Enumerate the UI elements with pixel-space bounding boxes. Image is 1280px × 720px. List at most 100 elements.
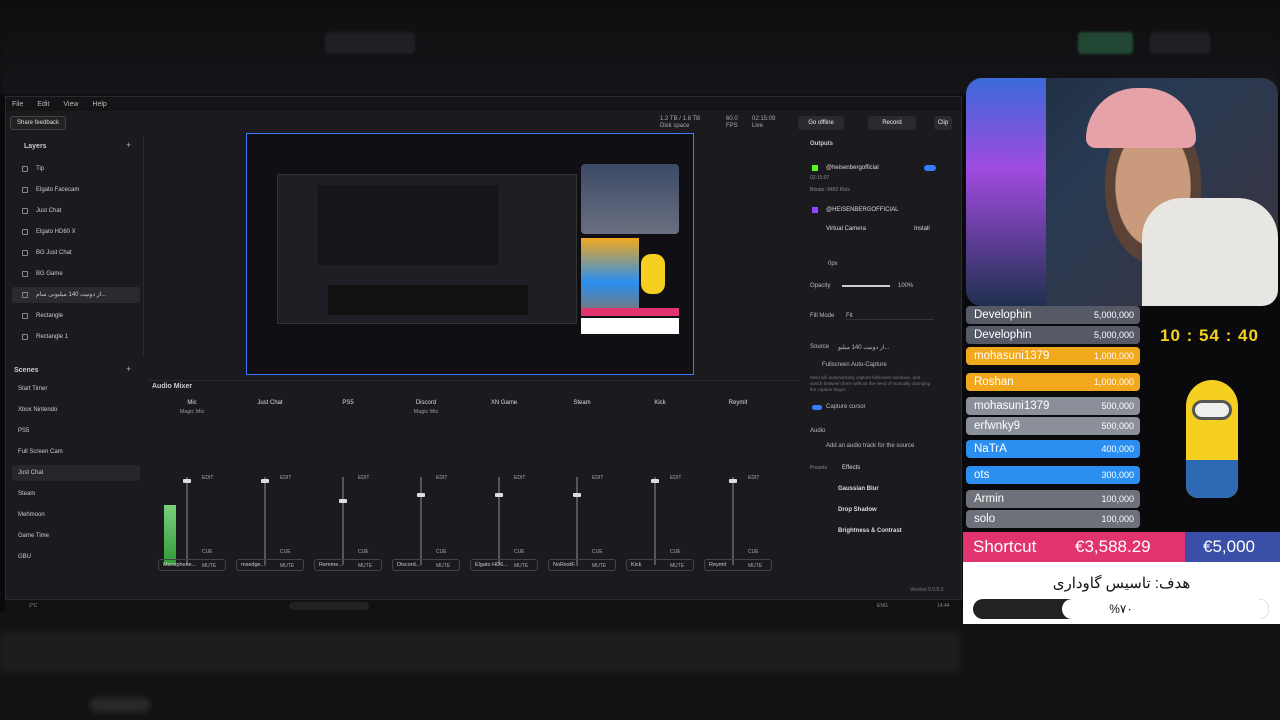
fill-mode-select[interactable]: Fit: [846, 313, 934, 320]
source-select[interactable]: از دونیت 140 میلیو...: [838, 344, 898, 351]
opacity-value[interactable]: 100%: [898, 283, 928, 289]
edit-button[interactable]: EDIT: [358, 475, 369, 481]
scene-item[interactable]: Just Chat: [12, 465, 140, 481]
corner-radius[interactable]: 0px: [810, 261, 936, 267]
cue-button[interactable]: CUE: [592, 549, 603, 555]
cue-button[interactable]: CUE: [514, 549, 525, 555]
layer-label: BG Just Chat: [36, 250, 72, 256]
scene-item[interactable]: PS5: [12, 423, 140, 439]
effect-gaussian-blur[interactable]: Gaussian Blur: [810, 486, 936, 492]
menu-view[interactable]: View: [63, 101, 78, 108]
cue-button[interactable]: CUE: [670, 549, 681, 555]
fader-knob[interactable]: [495, 493, 503, 497]
edit-button[interactable]: EDIT: [670, 475, 681, 481]
layer-icon: [22, 313, 28, 319]
scenes-panel: Scenes + Start Timer Xbox Nintendo PS5 Full…: [6, 364, 144, 585]
volume-fader[interactable]: [342, 477, 344, 565]
fader-knob[interactable]: [417, 493, 425, 497]
edit-button[interactable]: EDIT: [592, 475, 603, 481]
capture-cursor-toggle[interactable]: [812, 405, 822, 410]
channel-source[interactable]: Kick: [626, 559, 694, 571]
fader-knob[interactable]: [183, 479, 191, 483]
auto-capture-label[interactable]: Fullscreen Auto-Capture: [810, 362, 936, 368]
capture-cursor-label[interactable]: Capture cursor: [810, 404, 936, 410]
fader-knob[interactable]: [651, 479, 659, 483]
stream-preview[interactable]: [246, 133, 694, 375]
layer-item[interactable]: BG Just Chat: [12, 245, 140, 261]
scene-item[interactable]: Steam: [12, 486, 140, 502]
edit-button[interactable]: EDIT: [280, 475, 291, 481]
layer-item[interactable]: Elgato HD60 X: [12, 224, 140, 240]
channel-source[interactable]: Elgato HD6...: [470, 559, 538, 571]
channel-name: Reymit: [728, 400, 748, 406]
edit-button[interactable]: EDIT: [748, 475, 759, 481]
layer-item[interactable]: از دونیت 140 میلیونی سام...: [12, 287, 140, 303]
record-button[interactable]: Record: [868, 116, 916, 130]
fader-knob[interactable]: [339, 499, 347, 503]
channel-source[interactable]: Remme...: [314, 559, 382, 571]
install-button[interactable]: Install: [914, 226, 936, 232]
share-feedback-button[interactable]: Share feedback: [10, 116, 67, 130]
live-stat: 02:15:09 Live: [752, 116, 775, 130]
scene-item[interactable]: Game Time: [12, 528, 140, 544]
layer-icon: [22, 187, 28, 193]
layer-item[interactable]: Elgato Facecam: [12, 182, 140, 198]
scene-item[interactable]: Xbox Nintendo: [12, 402, 140, 418]
channel-source[interactable]: Reymit: [704, 559, 772, 571]
menu-file[interactable]: File: [12, 101, 23, 108]
kick-time: 02:15:07: [810, 175, 830, 181]
layer-item[interactable]: BG Game: [12, 266, 140, 282]
kick-toggle[interactable]: [924, 165, 936, 171]
add-audio-track[interactable]: Add an audio track for the source: [810, 443, 936, 449]
add-scene-icon[interactable]: +: [126, 364, 131, 374]
fader-knob[interactable]: [573, 493, 581, 497]
cue-button[interactable]: CUE: [280, 549, 291, 555]
channel-source[interactable]: Discord...: [392, 559, 460, 571]
fader-knob[interactable]: [261, 479, 269, 483]
layer-item[interactable]: Just Chat: [12, 203, 140, 219]
menu-help[interactable]: Help: [92, 101, 106, 108]
channel-source[interactable]: Microphone...: [158, 559, 226, 571]
scene-item[interactable]: Full Screen Cam: [12, 444, 140, 460]
mixer-title: Audio Mixer: [152, 383, 193, 390]
edit-button[interactable]: EDIT: [202, 475, 213, 481]
clip-button[interactable]: Clip: [934, 116, 952, 130]
donor-amount: 100,000: [1101, 494, 1134, 504]
volume-fader[interactable]: [498, 477, 500, 565]
layer-item[interactable]: Rectangle: [12, 308, 140, 324]
volume-fader[interactable]: [420, 477, 422, 565]
scene-item[interactable]: GBU: [12, 549, 140, 565]
fader-knob[interactable]: [729, 479, 737, 483]
go-offline-button[interactable]: Go offline: [798, 116, 844, 130]
scene-item[interactable]: Mehmoon: [12, 507, 140, 523]
add-layer-icon[interactable]: +: [126, 140, 131, 150]
layer-item[interactable]: Tip: [12, 161, 140, 177]
volume-fader[interactable]: [654, 477, 656, 565]
channel-source[interactable]: NoRestF...: [548, 559, 616, 571]
effects-tab[interactable]: Effects: [842, 465, 872, 471]
kick-account[interactable]: @heisenbergofficial: [810, 165, 936, 171]
channel-source[interactable]: msedge...: [236, 559, 304, 571]
volume-fader[interactable]: [264, 477, 266, 565]
edit-button[interactable]: EDIT: [514, 475, 525, 481]
cue-button[interactable]: CUE: [358, 549, 369, 555]
presets-tab[interactable]: Presets: [810, 465, 936, 471]
effect-drop-shadow[interactable]: Drop Shadow: [810, 507, 936, 513]
volume-fader[interactable]: [732, 477, 734, 565]
layer-item[interactable]: Rectangle 1: [12, 329, 140, 345]
cue-button[interactable]: CUE: [436, 549, 447, 555]
mixer-channel: Kick EDIT CUE MUTE Kick: [622, 397, 698, 577]
menu-edit[interactable]: Edit: [37, 101, 49, 108]
opacity-slider[interactable]: [842, 285, 890, 287]
scene-item[interactable]: Start Timer: [12, 381, 140, 397]
cue-button[interactable]: CUE: [202, 549, 213, 555]
edit-button[interactable]: EDIT: [436, 475, 447, 481]
volume-fader[interactable]: [576, 477, 578, 565]
twitch-account[interactable]: @HEISENBERGOFFICIAL: [810, 207, 936, 213]
volume-fader[interactable]: [186, 477, 188, 565]
taskbar-search[interactable]: [289, 602, 369, 610]
channel-sub: [310, 409, 386, 419]
mixer-channel: Discord Magic Mic EDIT CUE MUTE Discord...: [388, 397, 464, 577]
cue-button[interactable]: CUE: [748, 549, 759, 555]
effect-brightness-contrast[interactable]: Brightness & Contrast: [810, 528, 936, 534]
